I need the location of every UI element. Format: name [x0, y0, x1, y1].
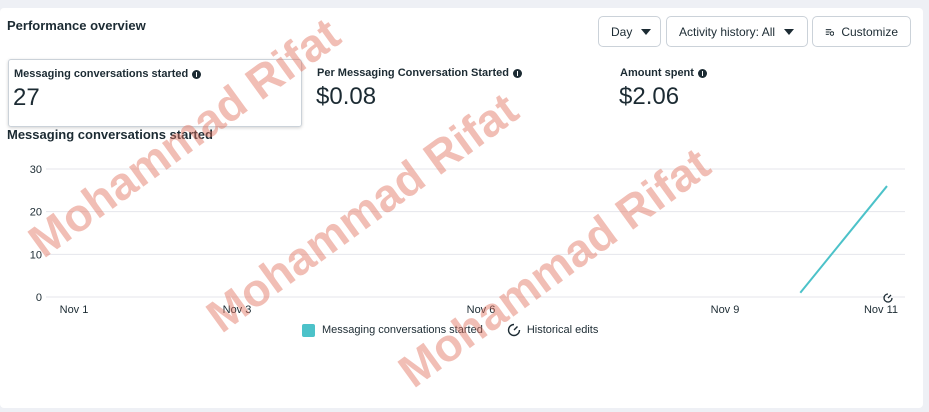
x-tick-label: Nov 3 — [223, 304, 252, 316]
legend-label: Messaging conversations started — [322, 324, 483, 336]
chart-legend: Messaging conversations started Historic… — [302, 323, 622, 337]
series-line — [799, 185, 888, 294]
legend-label: Historical edits — [526, 324, 599, 336]
y-tick-label: 30 — [30, 164, 42, 176]
x-tick-label: Nov 9 — [711, 304, 740, 316]
legend-swatch — [302, 323, 315, 337]
x-tick-label: Nov 6 — [467, 304, 496, 316]
legend-item-conversations[interactable]: Messaging conversations started — [302, 323, 483, 337]
line-chart: 0 10 20 30 Nov 1 Nov 3 Nov 6 Nov 9 Nov 11 — [30, 164, 905, 316]
y-tick-label: 0 — [36, 292, 42, 304]
y-tick-label: 20 — [30, 207, 42, 219]
historical-edit-marker — [883, 293, 893, 303]
x-tick-label: Nov 1 — [60, 304, 89, 316]
x-tick-label: Nov 11 — [864, 304, 898, 316]
historical-edits-icon — [507, 323, 521, 337]
y-tick-label: 10 — [30, 249, 42, 261]
legend-item-historical-edits[interactable]: Historical edits — [507, 323, 599, 337]
